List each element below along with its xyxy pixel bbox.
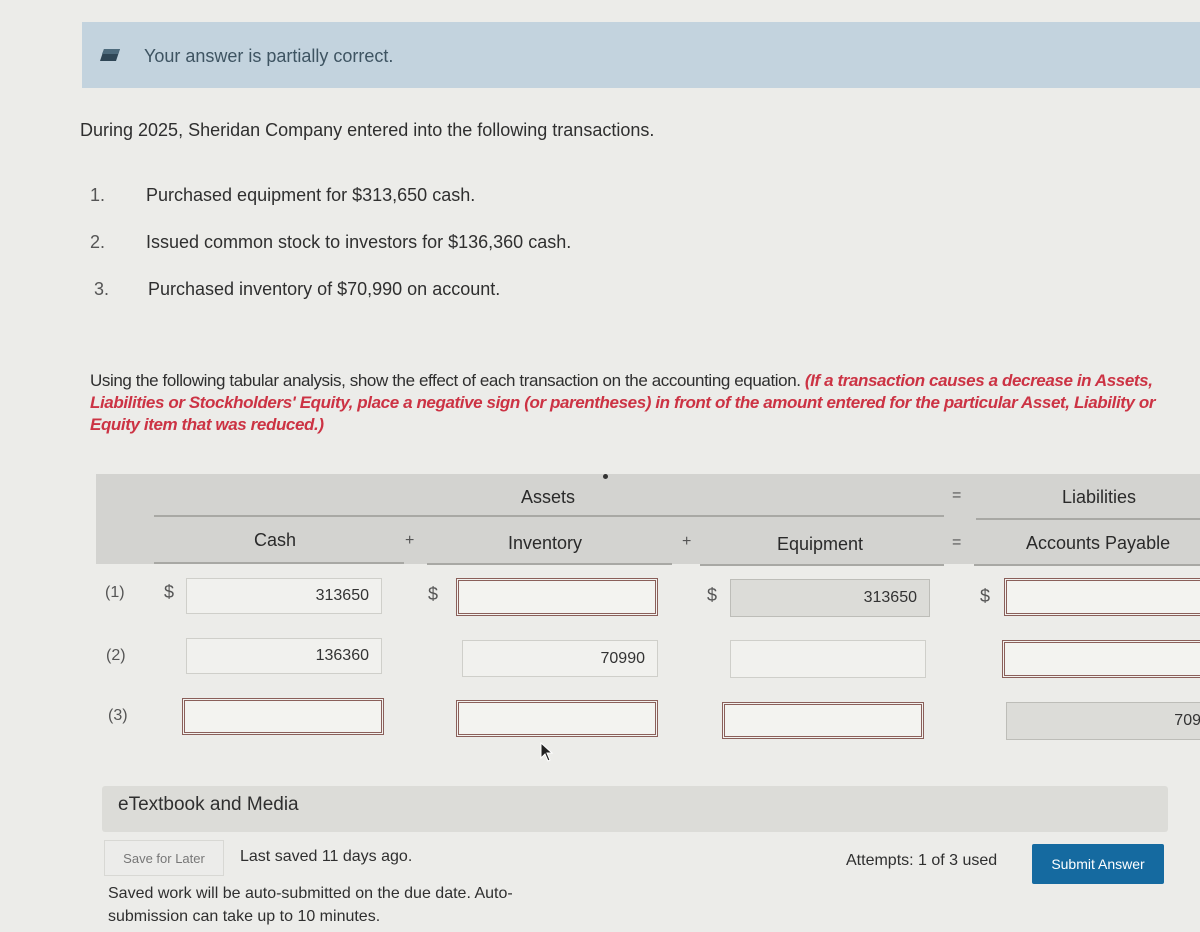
inventory-input-row2[interactable]: [462, 640, 658, 677]
equals-operator: =: [952, 534, 962, 551]
inventory-input-row1[interactable]: [456, 578, 658, 616]
transaction-text: Purchased inventory of $70,990 on accoun…: [148, 279, 501, 299]
transaction-text: Issued common stock to investors for $13…: [146, 232, 572, 252]
column-accounts-payable: Accounts Payable: [1026, 533, 1171, 553]
mouse-cursor-icon: [540, 742, 554, 762]
ap-input-row3[interactable]: [1006, 702, 1200, 740]
submit-answer-button[interactable]: Submit Answer: [1032, 844, 1164, 884]
etextbook-media-panel[interactable]: eTextbook and Media: [102, 786, 1168, 832]
equipment-input-row2[interactable]: [730, 640, 926, 678]
header-assets: Assets: [521, 487, 576, 507]
feedback-message: Your answer is partially correct.: [144, 46, 394, 66]
feedback-banner: Your answer is partially correct.: [82, 22, 1200, 88]
currency-symbol: $: [164, 582, 175, 602]
currency-symbol: $: [707, 585, 718, 605]
cash-input-row2[interactable]: [186, 638, 382, 674]
column-inventory: Inventory: [508, 533, 583, 553]
transaction-number: 1.: [90, 185, 106, 205]
column-equipment: Equipment: [777, 534, 864, 554]
inventory-underline: [427, 563, 672, 565]
cash-input-row3[interactable]: [182, 698, 384, 735]
currency-symbol: $: [980, 586, 991, 606]
equipment-underline: [700, 564, 944, 566]
save-for-later-button[interactable]: Save for Later: [104, 840, 224, 876]
ap-underline: [974, 564, 1200, 566]
plus-operator: +: [405, 532, 415, 549]
stray-dot: [603, 474, 608, 479]
etextbook-label: eTextbook and Media: [118, 794, 299, 815]
column-cash: Cash: [254, 530, 297, 550]
ap-input-row2[interactable]: [1002, 640, 1200, 678]
row-label: (2): [106, 647, 126, 664]
liabilities-underline: [976, 518, 1200, 520]
eraser-icon: [100, 49, 120, 61]
attempts-counter: Attempts: 1 of 3 used: [846, 852, 998, 869]
cash-underline: [154, 562, 404, 564]
header-equals-top: =: [952, 487, 962, 504]
transaction-number: 2.: [90, 232, 106, 252]
ap-input-row1[interactable]: [1004, 578, 1200, 616]
transaction-text: Purchased equipment for $313,650 cash.: [146, 185, 476, 205]
cash-input-row1[interactable]: [186, 578, 382, 614]
currency-symbol: $: [428, 584, 439, 604]
auto-submit-note: Saved work will be auto-submitted on the…: [108, 885, 513, 925]
inventory-input-row3[interactable]: [456, 700, 658, 737]
instruction-text: Using the following tabular analysis, sh…: [90, 370, 1190, 436]
row-label: (3): [108, 707, 128, 724]
last-saved-status: Last saved 11 days ago.: [240, 848, 413, 865]
plus-operator: +: [682, 533, 692, 550]
header-liabilities: Liabilities: [1062, 487, 1137, 507]
assets-underline: [154, 515, 944, 517]
equipment-input-row3[interactable]: [722, 702, 924, 739]
instruction-main: Using the following tabular analysis, sh…: [90, 371, 805, 390]
question-intro: During 2025, Sheridan Company entered in…: [80, 120, 655, 140]
transaction-number: 3.: [94, 279, 110, 299]
equipment-input-row1[interactable]: [730, 579, 930, 617]
row-label: (1): [105, 584, 125, 601]
